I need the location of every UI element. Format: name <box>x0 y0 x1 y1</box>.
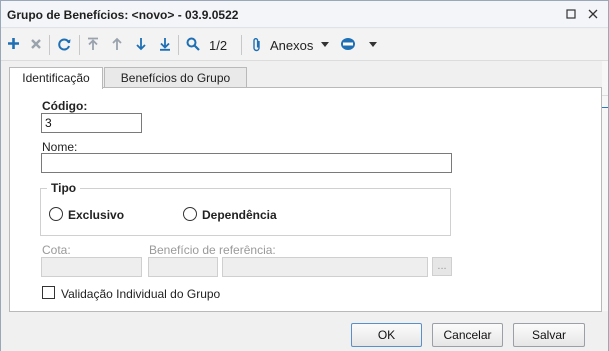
last-record-icon[interactable] <box>158 37 172 55</box>
side-panel-edge <box>602 61 608 311</box>
beneficio-referencia-code-field <box>148 257 218 277</box>
toolbar: 1/2 Anexos <box>1 29 608 61</box>
ok-button[interactable]: OK <box>351 323 422 347</box>
cancel-button[interactable]: Cancelar <box>432 323 503 347</box>
window-title: Grupo de Benefícios: <novo> - 03.9.0522 <box>7 8 239 22</box>
codigo-label: Código: <box>42 99 88 113</box>
tab-label: Benefícios do Grupo <box>120 71 231 85</box>
validacao-label[interactable]: Validação Individual do Grupo <box>61 287 220 301</box>
next-record-icon[interactable] <box>134 37 148 55</box>
divider <box>602 107 608 108</box>
tipo-label: Tipo <box>47 181 81 195</box>
exclusivo-radio[interactable] <box>49 207 63 221</box>
toolbar-separator <box>241 35 242 55</box>
exclusivo-label[interactable]: Exclusivo <box>68 208 124 222</box>
tab-beneficios-do-grupo[interactable]: Benefícios do Grupo <box>104 67 247 88</box>
delete-icon[interactable] <box>29 37 43 55</box>
search-icon[interactable] <box>185 37 201 55</box>
dependencia-label[interactable]: Dependência <box>202 208 277 222</box>
cota-field <box>41 257 142 277</box>
cota-label: Cota: <box>42 243 71 257</box>
nome-field[interactable] <box>41 153 452 173</box>
codigo-field[interactable] <box>41 113 142 133</box>
page-indicator: 1/2 <box>209 38 228 53</box>
toolbar-separator <box>178 35 179 55</box>
divider <box>602 95 608 96</box>
nome-label: Nome: <box>42 140 78 154</box>
refresh-icon[interactable] <box>56 37 72 55</box>
close-icon[interactable] <box>585 6 601 22</box>
save-button[interactable]: Salvar <box>513 323 585 347</box>
chevron-down-icon[interactable] <box>321 42 329 47</box>
toolbar-separator <box>79 35 80 55</box>
options-icon[interactable] <box>339 37 357 55</box>
tab-label: Identificação <box>22 71 90 85</box>
chevron-down-icon[interactable] <box>369 42 377 47</box>
tab-identificacao[interactable]: Identificação <box>9 67 103 89</box>
toolbar-separator <box>49 35 50 55</box>
attachments-button[interactable]: Anexos <box>270 38 313 53</box>
title-bar: Grupo de Benefícios: <novo> - 03.9.0522 <box>1 1 608 28</box>
beneficio-referencia-label: Benefício de referência: <box>149 243 276 257</box>
paperclip-icon[interactable] <box>250 37 264 55</box>
dependencia-radio[interactable] <box>183 207 197 221</box>
add-icon[interactable] <box>6 37 20 55</box>
dialog-window: Grupo de Benefícios: <novo> - 03.9.0522 <box>0 0 609 351</box>
previous-record-icon[interactable] <box>110 37 124 55</box>
maximize-icon[interactable] <box>563 6 579 22</box>
beneficio-referencia-name-field <box>222 257 428 277</box>
first-record-icon[interactable] <box>86 37 100 55</box>
lookup-button: ... <box>432 257 452 276</box>
validacao-checkbox[interactable] <box>42 286 55 299</box>
